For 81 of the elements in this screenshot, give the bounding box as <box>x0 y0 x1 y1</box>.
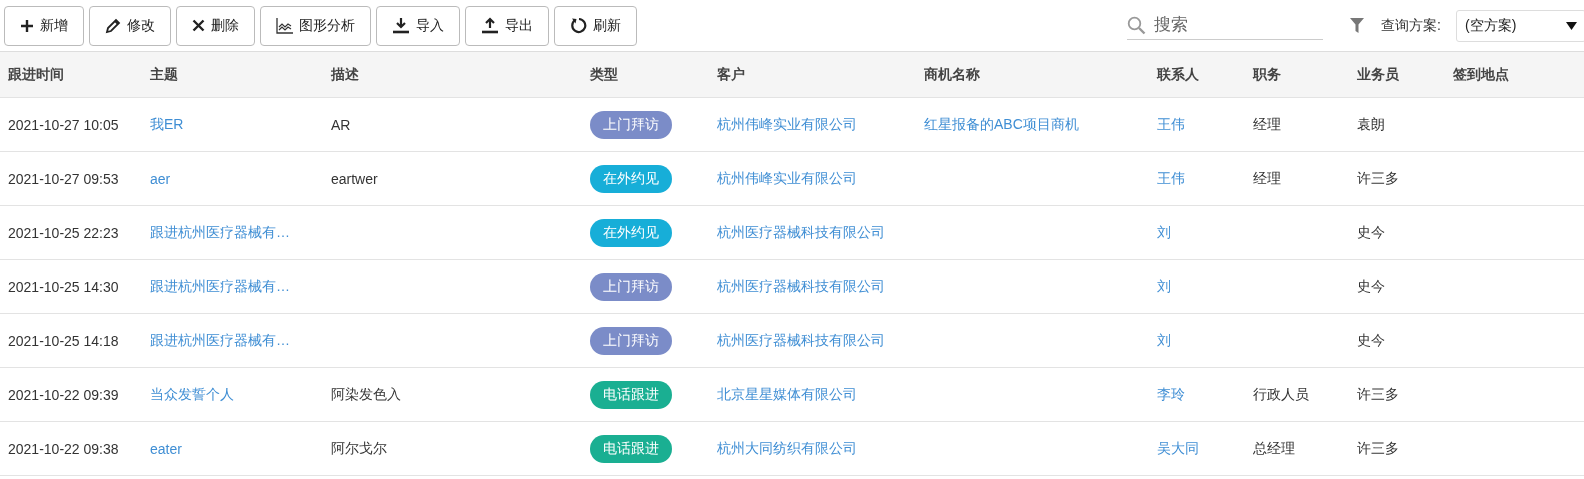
table-cell: 袁朗 <box>1357 115 1385 134</box>
column-header[interactable]: 跟进时间 <box>8 65 64 84</box>
column-header[interactable]: 商机名称 <box>924 65 980 84</box>
table-cell: 阿尔戈尔 <box>331 439 387 458</box>
upload-icon <box>481 17 499 34</box>
table-link[interactable]: 李玲 <box>1157 385 1185 404</box>
table-link[interactable]: 跟进杭州医疗器械有… <box>150 331 290 350</box>
table-link[interactable]: 红星报备的ABC项目商机 <box>924 115 1079 134</box>
type-tag: 上门拜访 <box>590 326 672 355</box>
table-link[interactable]: 刘 <box>1157 277 1171 296</box>
toolbar-button[interactable]: 删除 <box>176 5 255 46</box>
toolbar-button[interactable]: 导出 <box>465 5 549 46</box>
table-cell: 2021-10-25 14:30 <box>8 278 119 295</box>
table-link[interactable]: 杭州伟峰实业有限公司 <box>717 169 857 188</box>
table-cell: 2021-10-22 09:39 <box>8 386 119 403</box>
refresh-icon <box>570 17 587 34</box>
table-cell: 2021-10-25 22:23 <box>8 224 119 241</box>
filter-icon[interactable] <box>1350 18 1365 33</box>
toolbar-button[interactable]: 图形分析 <box>260 5 371 46</box>
plus-icon <box>20 18 34 33</box>
type-tag: 在外约见 <box>590 218 672 247</box>
column-header[interactable]: 签到地点 <box>1453 65 1509 84</box>
query-scheme-select[interactable]: (空方案) <box>1456 9 1584 42</box>
table-cell: 2021-10-25 14:18 <box>8 332 119 349</box>
table-link[interactable]: 杭州医疗器械科技有限公司 <box>717 277 885 296</box>
table-cell: 史今 <box>1357 277 1385 296</box>
table-cell: 许三多 <box>1357 385 1399 404</box>
column-header[interactable]: 业务员 <box>1357 65 1399 84</box>
toolbar-button[interactable]: 导入 <box>376 5 460 46</box>
table-cell: 经理 <box>1253 169 1281 188</box>
toolbar-button[interactable]: 修改 <box>89 5 171 46</box>
type-tag: 上门拜访 <box>590 272 672 301</box>
table-cell: 总经理 <box>1253 439 1295 458</box>
table-link[interactable]: 王伟 <box>1157 115 1185 134</box>
column-header[interactable]: 类型 <box>590 65 618 84</box>
table-link[interactable]: 当众发誓个人 <box>150 385 234 404</box>
type-tag: 电话跟进 <box>590 380 672 409</box>
table-cell: 许三多 <box>1357 439 1399 458</box>
table-link[interactable]: 刘 <box>1157 223 1171 242</box>
column-header[interactable]: 职务 <box>1253 65 1281 84</box>
toolbar-button[interactable]: 刷新 <box>554 5 637 46</box>
column-header[interactable]: 主题 <box>150 65 178 84</box>
table-cell: AR <box>331 116 351 133</box>
pencil-icon <box>105 17 121 34</box>
table-link[interactable]: 跟进杭州医疗器械有… <box>150 277 290 296</box>
table-cell: 行政人员 <box>1253 385 1309 404</box>
query-scheme-label: 查询方案: <box>1381 16 1441 35</box>
table-cell: 2021-10-27 10:05 <box>8 116 119 133</box>
table-cell: 2021-10-22 09:38 <box>8 440 119 457</box>
table-cell: 史今 <box>1357 331 1385 350</box>
column-header[interactable]: 描述 <box>331 65 359 84</box>
table-link[interactable]: 杭州医疗器械科技有限公司 <box>717 331 885 350</box>
table-link[interactable]: 杭州医疗器械科技有限公司 <box>717 223 885 242</box>
type-tag: 电话跟进 <box>590 434 672 463</box>
table-cell: 史今 <box>1357 223 1385 242</box>
column-header[interactable]: 客户 <box>717 65 745 84</box>
table-cell: 许三多 <box>1357 169 1399 188</box>
table-link[interactable]: 刘 <box>1157 331 1171 350</box>
table-cell: eartwer <box>331 170 378 187</box>
close-icon <box>192 19 205 32</box>
table-link[interactable]: 吴大同 <box>1157 439 1199 458</box>
search-field[interactable]: 搜索 <box>1154 15 1305 35</box>
table-link[interactable]: 北京星星媒体有限公司 <box>717 385 857 404</box>
table-cell: 阿染发色入 <box>331 385 401 404</box>
table-cell: 2021-10-27 09:53 <box>8 170 119 187</box>
type-tag: 在外约见 <box>590 164 672 193</box>
download-icon <box>392 17 410 34</box>
table-link[interactable]: 杭州大同纺织有限公司 <box>717 439 857 458</box>
table-link[interactable]: 王伟 <box>1157 169 1185 188</box>
type-tag: 上门拜访 <box>590 110 672 139</box>
toolbar-button[interactable]: 新增 <box>4 5 84 46</box>
column-header[interactable]: 联系人 <box>1157 65 1199 84</box>
table-link[interactable]: 杭州伟峰实业有限公司 <box>717 115 857 134</box>
table-cell: 经理 <box>1253 115 1281 134</box>
table-link[interactable]: 我ER <box>150 115 184 134</box>
table-link[interactable]: 跟进杭州医疗器械有… <box>150 223 290 242</box>
table-link[interactable]: aer <box>150 170 171 187</box>
table-link[interactable]: eater <box>150 440 182 457</box>
search-icon <box>1127 15 1147 35</box>
dropdown-arrow-icon <box>1566 21 1577 30</box>
line-chart-icon <box>276 17 293 34</box>
